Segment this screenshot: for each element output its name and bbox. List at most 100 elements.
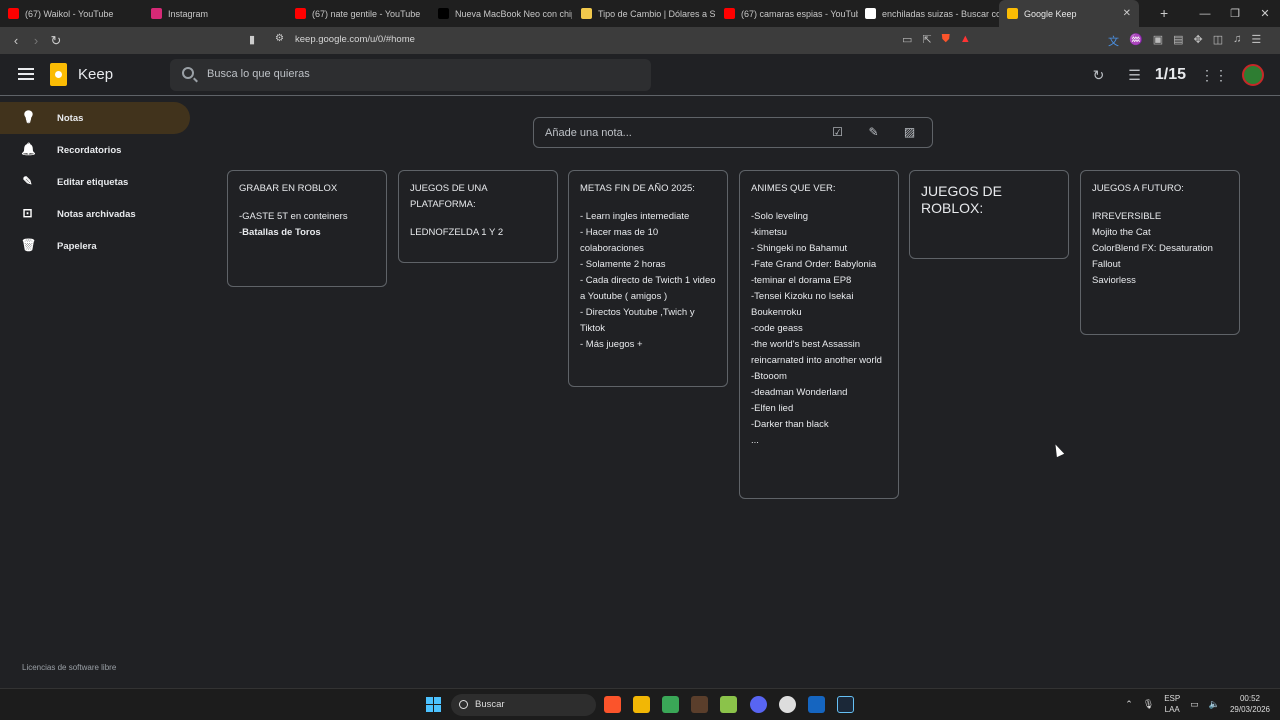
file-explorer-icon[interactable] [633, 696, 650, 713]
brush-icon[interactable]: ✎ [867, 126, 880, 139]
note-line: - Directos Youtube ,Twich y Tiktok [580, 305, 716, 337]
browser-tab-strip: — ❐ ✕ (67) Waikol - YouTube Instagram (67)… [0, 0, 1280, 27]
sidebar: 💡 Notas 🔔 Recordatorios ✎ Editar etiquetas ⊡ No… [0, 102, 190, 262]
note-line-bold-text: Batallas de Toros [242, 227, 321, 238]
minimize-icon[interactable]: — [1190, 8, 1220, 20]
browser-tab[interactable]: (67) nate gentile - YouTube [287, 0, 429, 27]
note-line: -the world's best Assassin reincarnated … [751, 337, 887, 369]
sidebar-item-label: Notas archivadas [57, 208, 136, 220]
search-bar[interactable]: Busca lo que quieras [170, 59, 651, 91]
media-icon[interactable]: ♫ [1233, 33, 1241, 49]
note-line: - Más juegos + [580, 337, 716, 353]
youtube-icon [724, 8, 735, 19]
note-card[interactable]: GRABAR EN ROBLOX -GASTE 5T en conteiners -… [227, 170, 387, 287]
new-tab-icon[interactable]: + [1160, 5, 1168, 21]
address-actions: ▭ ⇱ ⛊ ▲ [902, 33, 971, 46]
brand-name[interactable]: Keep [78, 66, 113, 83]
browser-tab[interactable]: Instagram [143, 0, 285, 27]
site-info-icon[interactable]: ⚙ [275, 33, 284, 44]
app-icon[interactable] [662, 696, 679, 713]
browser-tab[interactable]: Tipo de Cambio | Dólares a Sol [573, 0, 715, 27]
note-card[interactable]: ANIMES QUE VER: -Solo leveling -kimetsu - S… [739, 170, 899, 499]
puzzle-icon[interactable]: ✥ [1194, 33, 1203, 49]
search-icon[interactable] [182, 67, 194, 79]
sidebar-item-notas[interactable]: 💡 Notas [0, 102, 190, 134]
checkbox-list-icon[interactable]: ☑ [831, 126, 844, 139]
extension-icon[interactable]: ▣ [1153, 33, 1163, 49]
share-icon[interactable]: ⇱ [922, 33, 931, 46]
language-indicator[interactable]: ESP LAA [1164, 693, 1180, 715]
app-icon[interactable] [808, 696, 825, 713]
close-tab-icon[interactable]: ✕ [1123, 8, 1131, 19]
browser-tab[interactable]: Google Keep ✕ [999, 0, 1139, 27]
sidebar-item-label: Editar etiquetas [57, 176, 129, 188]
note-line-text: - Learn ingles intemediate [580, 211, 690, 222]
exchange-icon [581, 8, 592, 19]
windows-start-icon[interactable] [426, 697, 441, 712]
licenses-link[interactable]: Licencias de software libre [22, 663, 116, 672]
volume-icon[interactable]: 🔈 [1209, 699, 1220, 710]
cast-icon[interactable]: ▭ [902, 33, 912, 46]
app-icon[interactable] [779, 696, 796, 713]
refresh-icon[interactable]: ↻ [1093, 67, 1105, 84]
browser-tab[interactable]: enchiladas suizas - Buscar con [857, 0, 999, 27]
note-line: -GASTE 5T en conteiners [239, 209, 375, 225]
brave-app-icon[interactable] [604, 696, 621, 713]
extension-icon[interactable]: ▤ [1173, 33, 1183, 49]
clock-date: 29/03/2026 [1229, 705, 1270, 714]
app-icon[interactable] [691, 696, 708, 713]
sidebar-toggle-icon[interactable]: ◫ [1213, 33, 1223, 49]
browser-tab[interactable]: (67) Waikol - YouTube [0, 0, 142, 27]
header-actions: ↻ ☰ 1/15 ⋮⋮ [1093, 64, 1264, 86]
discord-icon[interactable] [750, 696, 767, 713]
note-card[interactable]: METAS FIN DE AÑO 2025: - Learn ingles int… [568, 170, 728, 387]
reload-icon[interactable]: ↻ [46, 33, 66, 49]
main-menu-icon[interactable] [18, 68, 34, 80]
forward-icon[interactable]: › [26, 33, 46, 48]
translate-icon[interactable]: 文 [1108, 33, 1119, 49]
restore-icon[interactable]: ❐ [1220, 7, 1250, 20]
image-icon[interactable]: ▨ [903, 126, 916, 139]
list-view-icon[interactable]: ☰ [1128, 67, 1141, 84]
mouse-cursor [1051, 442, 1065, 458]
brave-rewards-icon[interactable]: ▲ [960, 33, 971, 46]
clock[interactable]: 00:52 29/03/2026 [1230, 693, 1270, 715]
brave-shield-icon[interactable]: ⛊ [942, 33, 950, 46]
sidebar-item-recordatorios[interactable]: 🔔 Recordatorios [0, 134, 190, 166]
apps-grid-icon[interactable]: ⋮⋮ [1200, 67, 1228, 84]
note-line-text: - Cada directo de Twicth 1 video a Youtu… [580, 275, 716, 302]
note-line-text: -deadman Wonderland [751, 387, 848, 398]
avatar[interactable] [1242, 64, 1264, 86]
close-window-icon[interactable]: ✕ [1250, 7, 1280, 20]
take-note-bar[interactable]: Añade una nota... ☑ ✎ ▨ [533, 117, 933, 148]
search-input[interactable]: Busca lo que quieras [207, 68, 310, 80]
microphone-icon[interactable]: 🎙 [1143, 699, 1154, 710]
take-note-input[interactable]: Añade una nota... [545, 127, 632, 139]
browser-tab[interactable]: Nueva MacBook Neo con chip [430, 0, 572, 27]
steam-icon[interactable] [837, 696, 854, 713]
keep-logo[interactable] [50, 63, 67, 86]
network-icon[interactable]: ▭ [1190, 699, 1199, 710]
window-controls: — ❐ ✕ [1190, 0, 1280, 27]
audio-extension-icon[interactable]: ♒ [1129, 33, 1143, 49]
chevron-up-icon[interactable]: ⌃ [1125, 699, 1133, 710]
note-card[interactable]: JUEGOS DE UNA PLATAFORMA: LEDNOFZELDA 1 … [398, 170, 558, 263]
app-icon[interactable] [720, 696, 737, 713]
note-card[interactable]: JUEGOS DE ROBLOX: [909, 170, 1069, 259]
note-body: LEDNOFZELDA 1 Y 2 [410, 225, 546, 241]
note-card[interactable]: JUEGOS A FUTURO: IRREVERSIBLE Mojito the C… [1080, 170, 1240, 335]
url-field[interactable]: keep.google.com/u/0/#home [295, 34, 415, 45]
sidebar-item-notas-archivadas[interactable]: ⊡ Notas archivadas [0, 198, 190, 230]
note-line-text: -the world's best Assassin reincarnated … [751, 339, 882, 366]
back-icon[interactable]: ‹ [6, 33, 26, 48]
browser-tab[interactable]: (67) camaras espias - YouTube [716, 0, 858, 27]
note-line: -kimetsu [751, 225, 887, 241]
keep-header: Keep Busca lo que quieras ↻ ☰ 1/15 ⋮⋮ [0, 54, 1280, 96]
sidebar-item-editar-etiquetas[interactable]: ✎ Editar etiquetas [0, 166, 190, 198]
tab-label: Nueva MacBook Neo con chip [455, 8, 572, 19]
note-line-text: - Directos Youtube ,Twich y Tiktok [580, 307, 695, 334]
sidebar-item-papelera[interactable]: 🗑 Papelera [0, 230, 190, 262]
menu-icon[interactable]: ☰ [1251, 33, 1261, 49]
taskbar-search[interactable]: Buscar [451, 694, 596, 716]
bookmark-icon[interactable]: ▮ [249, 33, 255, 46]
